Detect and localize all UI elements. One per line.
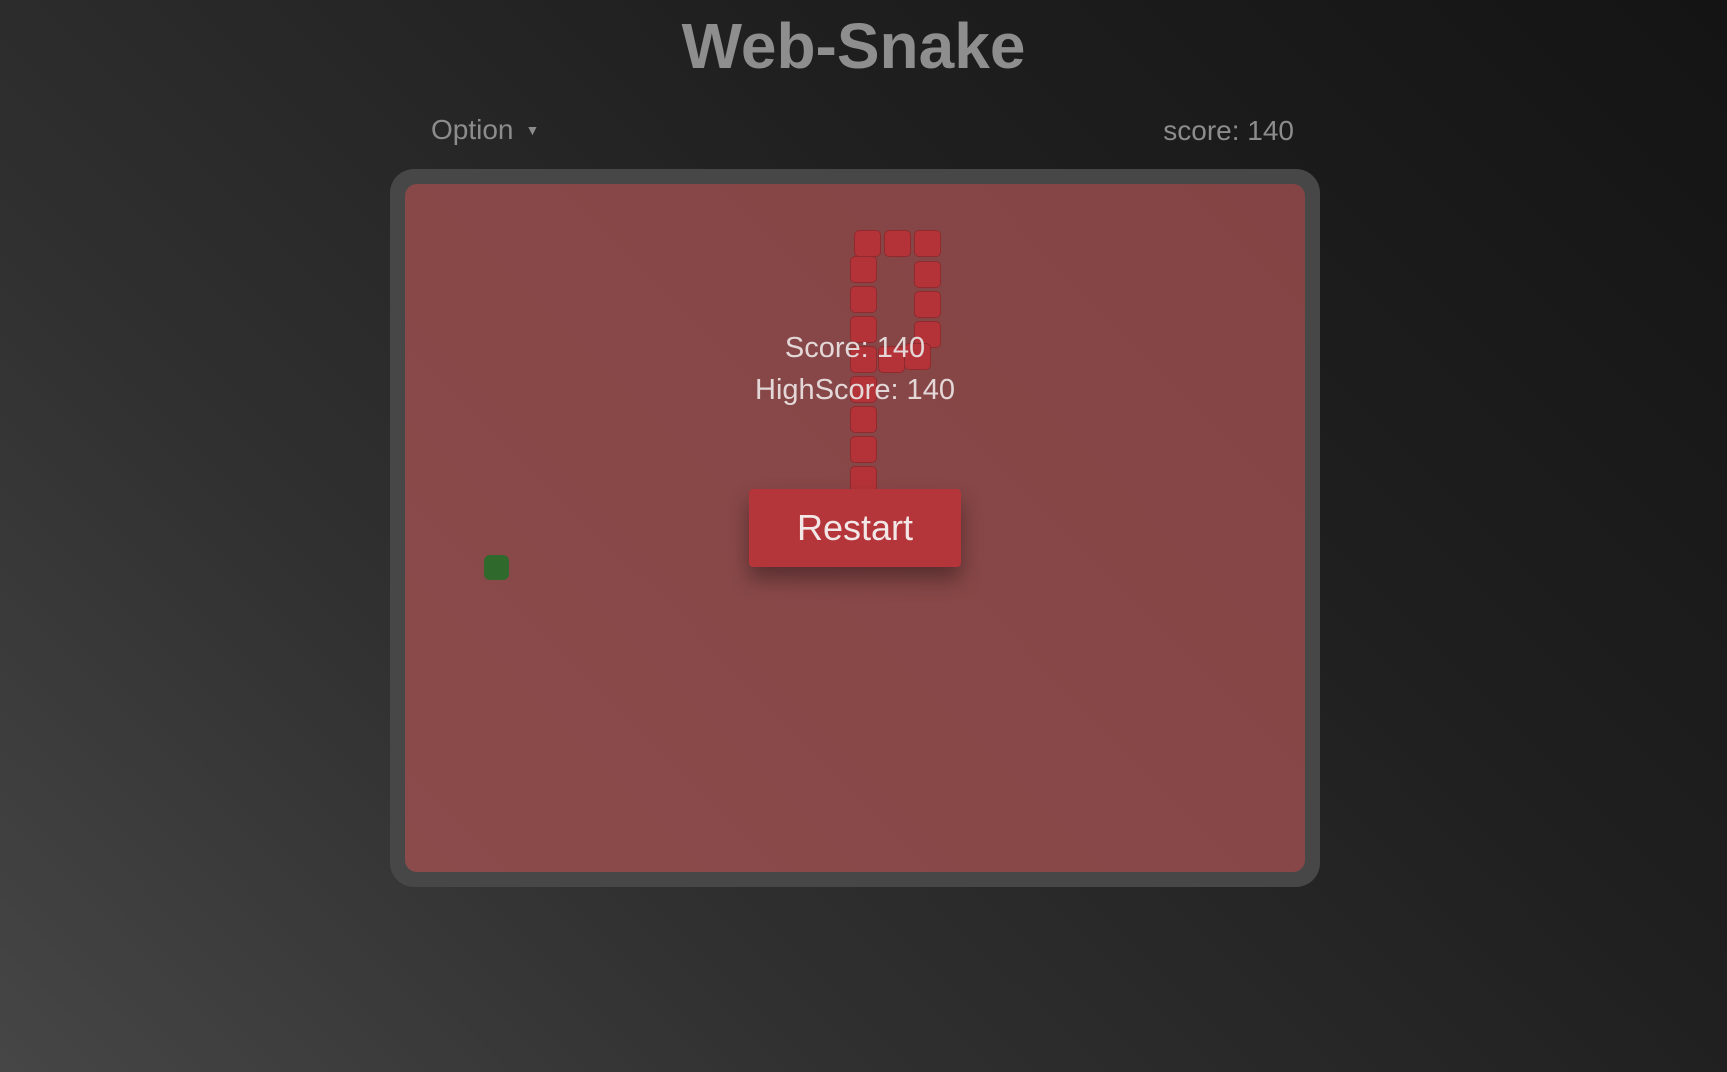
snake-segment: [850, 256, 877, 283]
snake-segment: [850, 436, 877, 463]
snake-segment: [914, 261, 941, 288]
game-board-frame: Score: 140 HighScore: 140 Restart: [390, 169, 1320, 887]
snake-segment: [914, 291, 941, 318]
caret-down-icon: ▼: [525, 122, 540, 138]
score-display: score: 140: [1163, 115, 1294, 146]
snake-segment: [884, 230, 911, 257]
restart-button[interactable]: Restart: [749, 489, 961, 567]
snake-segment: [914, 230, 941, 257]
snake-segment: [850, 406, 877, 433]
snake-segment: [854, 230, 881, 257]
game-over-highscore: HighScore: 140: [755, 374, 955, 406]
food-pellet: [484, 555, 509, 580]
page-title: Web-Snake: [681, 10, 1026, 82]
snake-segment: [850, 286, 877, 313]
game-board[interactable]: Score: 140 HighScore: 140 Restart: [405, 184, 1305, 872]
game-over-score: Score: 140: [784, 332, 926, 364]
option-label: Option: [431, 114, 514, 145]
option-dropdown[interactable]: Option ▼: [431, 112, 539, 148]
